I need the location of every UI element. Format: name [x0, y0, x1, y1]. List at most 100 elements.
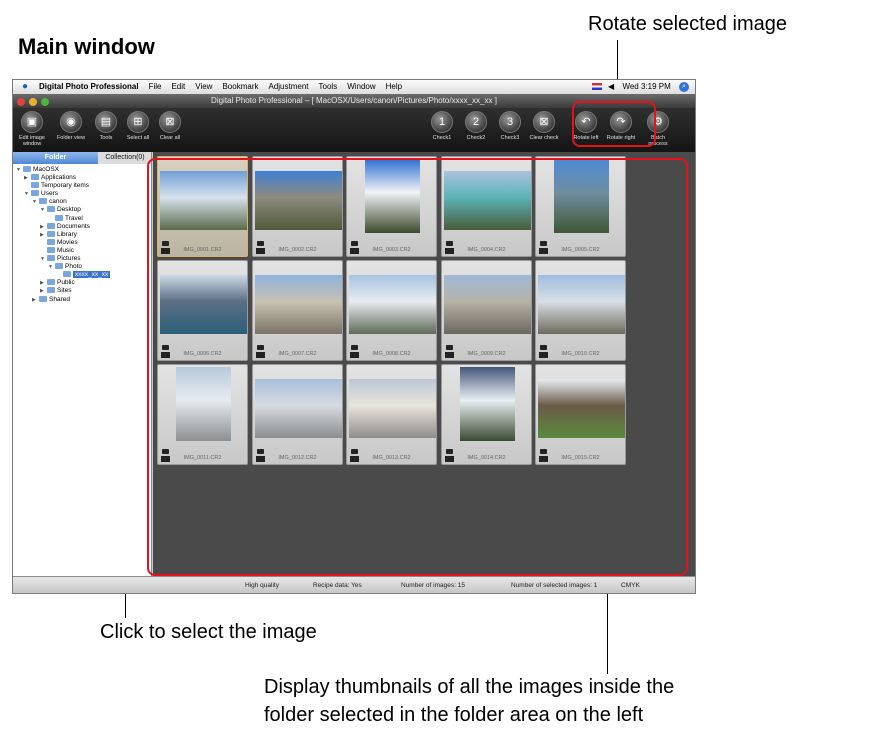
camera-icon: [257, 241, 264, 246]
thumbnail[interactable]: IMG_0013.CR2: [346, 364, 437, 465]
folder-icon: [47, 222, 55, 229]
thumbnail[interactable]: IMG_0009.CR2: [441, 260, 532, 361]
thumbnail[interactable]: IMG_0015.CR2: [535, 364, 626, 465]
disclosure-open-icon[interactable]: ▼: [24, 190, 31, 198]
disclosure-open-icon[interactable]: ▼: [16, 166, 23, 174]
thumbnail-image: [176, 367, 231, 441]
tree-item[interactable]: Movies: [13, 238, 151, 247]
toolbar-button-label: Edit image window: [19, 135, 45, 147]
tree-item[interactable]: Travel: [13, 214, 151, 223]
thumbnail[interactable]: IMG_0011.CR2: [157, 364, 248, 465]
close-window-icon[interactable]: [17, 98, 25, 106]
disclosure-open-icon[interactable]: ▼: [32, 198, 39, 206]
clear-all-button[interactable]: ⊠ Clear all: [153, 111, 187, 141]
tree-item[interactable]: ▼ Users: [13, 190, 151, 198]
disclosure-closed-icon[interactable]: ▶: [32, 296, 39, 304]
folder-icon: [23, 166, 31, 172]
tab-folder[interactable]: Folder: [13, 152, 98, 164]
tree-item[interactable]: ▶ Library: [13, 230, 151, 239]
thumbnail[interactable]: IMG_0002.CR2: [252, 156, 343, 257]
tools-icon: ▤: [95, 111, 117, 133]
toolbar-button-label: Check3: [500, 135, 520, 141]
tab-collection[interactable]: Collection(0): [98, 152, 152, 164]
tree-item[interactable]: ▼ Desktop: [13, 206, 151, 214]
window-title: Digital Photo Professional – [ MacOSX/Us…: [211, 96, 497, 105]
thumbnail[interactable]: IMG_0006.CR2: [157, 260, 248, 361]
thumbnail[interactable]: IMG_0003.CR2: [346, 156, 437, 257]
disclosure-closed-icon[interactable]: ▶: [40, 231, 47, 239]
edit-image-window-button[interactable]: ▣ Edit image window: [15, 111, 49, 147]
spotlight-icon[interactable]: ⌕: [679, 81, 689, 92]
zoom-window-icon[interactable]: [41, 98, 50, 106]
folder-icon: [39, 295, 47, 302]
camera-icon: [162, 449, 169, 454]
tree-item[interactable]: xxxx_xx_xx: [13, 271, 151, 279]
tree-item[interactable]: Music: [13, 246, 151, 255]
tree-item[interactable]: ▼ Photo: [13, 263, 151, 271]
thumbnail-caption: IMG_0009.CR2: [467, 351, 506, 357]
tree-item[interactable]: ▶ Applications: [13, 174, 151, 182]
thumbnail[interactable]: IMG_0001.CR2: [157, 156, 248, 257]
toolbar-button-label: Batch process: [648, 135, 668, 147]
tree-item[interactable]: Temporary items: [13, 182, 151, 190]
menu-item-file[interactable]: File: [149, 82, 162, 91]
tree-item-label: Documents: [57, 222, 90, 230]
folder-icon: [55, 214, 63, 221]
disclosure-closed-icon[interactable]: ▶: [40, 287, 47, 295]
disclosure-open-icon[interactable]: ▼: [48, 263, 55, 271]
volume-icon[interactable]: ◀: [608, 82, 614, 91]
menu-item-bookmark[interactable]: Bookmark: [222, 82, 258, 91]
rotate-right-button[interactable]: ↷ Rotate right: [604, 111, 638, 141]
check1-button[interactable]: 1 Check1: [425, 111, 459, 141]
disclosure-closed-icon[interactable]: ▶: [24, 174, 31, 182]
tree-item[interactable]: ▼ MacOSX: [13, 166, 151, 174]
thumbnail[interactable]: IMG_0008.CR2: [346, 260, 437, 361]
tree-item-label: Temporary items: [41, 182, 90, 190]
tree-item[interactable]: ▶ Shared: [13, 295, 151, 304]
minimize-window-icon[interactable]: [29, 98, 38, 106]
menu-item-window[interactable]: Window: [347, 82, 375, 91]
menu-item-adjustment[interactable]: Adjustment: [268, 82, 308, 91]
thumbnail[interactable]: IMG_0014.CR2: [441, 364, 532, 465]
disclosure-closed-icon[interactable]: ▶: [40, 279, 47, 287]
batch-process-button[interactable]: ⚙ Batch process: [641, 111, 675, 147]
folder-view-button[interactable]: ◉ Folder view: [54, 111, 88, 141]
menu-item-edit[interactable]: Edit: [171, 82, 185, 91]
check2-button[interactable]: 2 Check2: [459, 111, 493, 141]
tools-button[interactable]: ▤ Tools: [89, 111, 123, 141]
thumbnail[interactable]: IMG_0004.CR2: [441, 156, 532, 257]
menu-item-tools[interactable]: Tools: [319, 82, 338, 91]
disclosure-open-icon[interactable]: ▼: [40, 255, 47, 263]
input-flag-icon[interactable]: [591, 83, 602, 91]
check3-button[interactable]: 3 Check3: [493, 111, 527, 141]
tree-item[interactable]: ▼ Pictures: [13, 255, 151, 263]
camera-icon: [446, 241, 453, 246]
tree-item[interactable]: ▶ Sites: [13, 287, 151, 295]
disclosure-closed-icon[interactable]: ▶: [40, 223, 47, 231]
rotate-left-button[interactable]: ↶ Rotate left: [569, 111, 603, 141]
disclosure-open-icon[interactable]: ▼: [40, 206, 47, 214]
tree-item[interactable]: ▶ Public: [13, 279, 151, 287]
clear-check-button[interactable]: ⊠ Clear check: [527, 111, 561, 141]
menu-item-digital-photo-professional[interactable]: Digital Photo Professional: [39, 82, 139, 91]
menu-item-view[interactable]: View: [195, 82, 212, 91]
tree-item[interactable]: ▶ Documents: [13, 222, 151, 231]
thumbnail[interactable]: IMG_0005.CR2: [535, 156, 626, 257]
tree-item[interactable]: ▼ canon: [13, 198, 151, 206]
select-all-button[interactable]: ⊞ Select all: [121, 111, 155, 141]
camera-icon: [257, 449, 264, 454]
status-image-count: Number of images: 15: [401, 582, 465, 589]
menu-clock[interactable]: Wed 3:19 PM: [622, 82, 670, 91]
thumbnail[interactable]: IMG_0007.CR2: [252, 260, 343, 361]
tree-item-label: MacOSX: [33, 166, 60, 173]
menu-item-help[interactable]: Help: [386, 82, 402, 91]
thumbnail[interactable]: IMG_0012.CR2: [252, 364, 343, 465]
toolbar-button-label: Rotate right: [606, 135, 636, 141]
camera-icon: [540, 241, 547, 246]
toolbar-button-label: Clear all: [159, 135, 181, 141]
thumbnail[interactable]: IMG_0010.CR2: [535, 260, 626, 361]
thumbnail-image: [349, 379, 436, 438]
apple-menu-icon[interactable]: ●: [22, 80, 28, 94]
check2-icon: 2: [465, 111, 487, 133]
camera-icon: [351, 241, 358, 246]
